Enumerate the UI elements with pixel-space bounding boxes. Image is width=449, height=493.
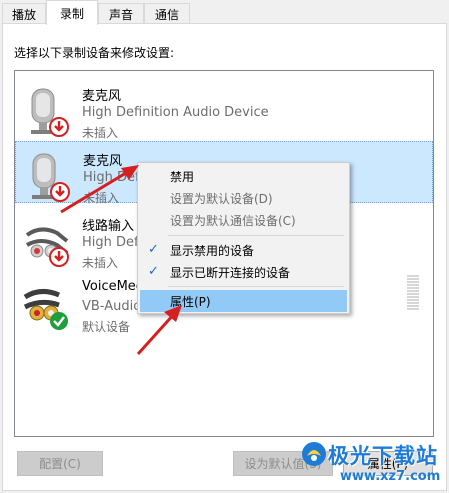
tab-recording[interactable]: 录制 bbox=[46, 0, 98, 25]
device-status: 未插入 bbox=[83, 191, 120, 205]
device-status: 未插入 bbox=[82, 256, 119, 270]
menu-item-label: 设置为默认设备(D) bbox=[170, 191, 273, 206]
context-menu: 禁用 设置为默认设备(D) 设置为默认通信设备(C) ✓ 显示禁用的设备 ✓ 显… bbox=[137, 162, 350, 314]
level-meter bbox=[407, 275, 419, 313]
tab-label: 通信 bbox=[154, 7, 179, 22]
watermark: 极光下载站 www.xz7.com bbox=[300, 436, 449, 493]
device-row-microphone-1[interactable]: 麦克风 High Definition Audio Device 未插入 bbox=[15, 77, 433, 140]
menu-item-label: 显示禁用的设备 bbox=[170, 243, 255, 258]
menu-item-disable[interactable]: 禁用 bbox=[140, 165, 347, 187]
device-description: High Definition Audio Device bbox=[82, 105, 269, 120]
tab-label: 录制 bbox=[59, 6, 84, 21]
instruction-text: 选择以下录制设备来修改设置: bbox=[14, 46, 175, 60]
menu-item-label: 设置为默认通信设备(C) bbox=[170, 213, 296, 228]
device-name: 麦克风 bbox=[82, 89, 122, 104]
menu-item-label: 禁用 bbox=[170, 169, 195, 184]
menu-item-label: 属性(P) bbox=[170, 294, 211, 309]
checkmark-icon: ✓ bbox=[148, 264, 159, 279]
device-name: 麦克风 bbox=[83, 154, 123, 169]
disconnected-badge-icon bbox=[49, 247, 69, 267]
device-name: VoiceMee bbox=[82, 279, 144, 294]
button-label: 配置(C) bbox=[39, 457, 81, 471]
device-status: 未插入 bbox=[82, 126, 119, 140]
menu-item-set-default-communication[interactable]: 设置为默认通信设备(C) bbox=[140, 209, 347, 231]
menu-item-show-disabled[interactable]: ✓ 显示禁用的设备 bbox=[140, 239, 347, 261]
default-check-badge-icon bbox=[50, 312, 68, 330]
configure-button[interactable]: 配置(C) bbox=[17, 451, 103, 476]
disconnected-badge-icon bbox=[49, 117, 69, 137]
watermark-logo-icon bbox=[302, 442, 326, 466]
menu-item-show-disconnected[interactable]: ✓ 显示已断开连接的设备 bbox=[140, 261, 347, 283]
tab-sounds[interactable]: 声音 bbox=[98, 3, 144, 24]
watermark-url: www.xz7.com bbox=[340, 469, 441, 484]
menu-item-set-default[interactable]: 设置为默认设备(D) bbox=[140, 187, 347, 209]
disconnected-badge-icon bbox=[50, 182, 70, 202]
menu-item-label: 显示已断开连接的设备 bbox=[170, 265, 291, 280]
watermark-title: 极光下载站 bbox=[328, 444, 438, 468]
menu-separator bbox=[168, 235, 344, 236]
device-name: 线路输入 bbox=[82, 219, 135, 234]
tab-playback[interactable]: 播放 bbox=[2, 3, 46, 24]
checkmark-icon: ✓ bbox=[148, 242, 159, 257]
menu-item-properties[interactable]: 属性(P) bbox=[140, 290, 347, 312]
menu-separator bbox=[168, 286, 344, 287]
tab-label: 声音 bbox=[108, 7, 133, 22]
device-status: 默认设备 bbox=[82, 320, 131, 334]
tab-communications[interactable]: 通信 bbox=[144, 3, 190, 24]
tab-label: 播放 bbox=[11, 7, 36, 22]
tab-strip: 播放 录制 声音 通信 bbox=[0, 0, 449, 25]
device-description: VB-Audio bbox=[82, 299, 142, 314]
